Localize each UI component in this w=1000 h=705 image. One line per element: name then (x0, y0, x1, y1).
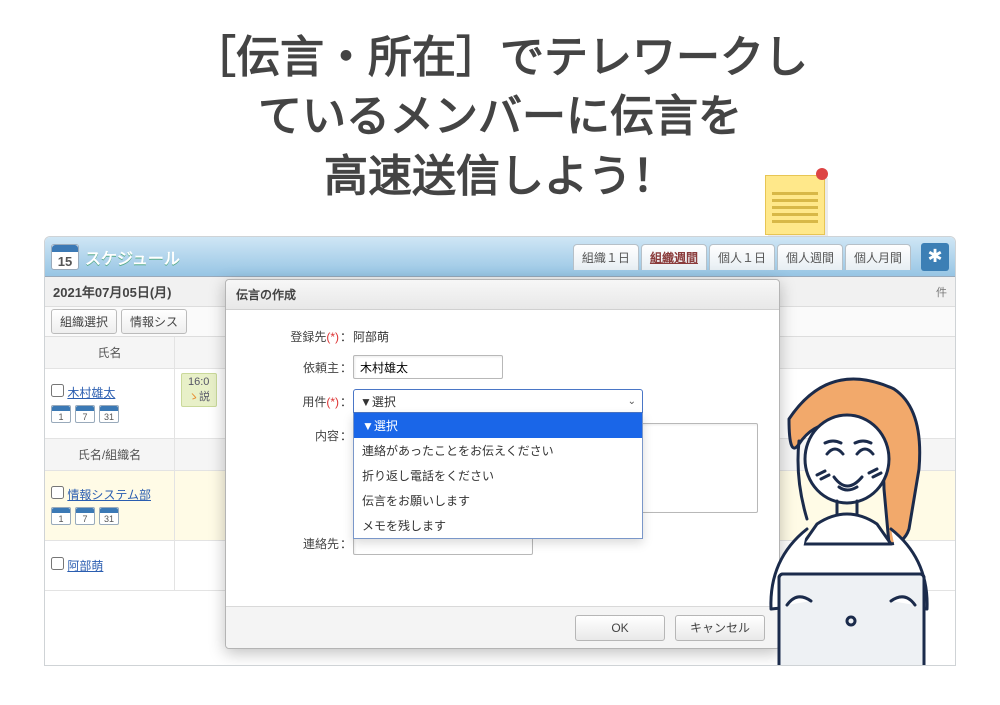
subject-option[interactable]: 伝言をお願いします (354, 488, 642, 513)
promo-headline: ［伝言・所在］でテレワークし ているメンバーに伝言を 高速送信しよう！ (0, 0, 1000, 216)
dialog-title: 伝言の作成 (226, 280, 779, 310)
required-mark: (*) (326, 395, 339, 409)
subject-select[interactable]: ▼選択 ⌄ (353, 389, 643, 413)
required-mark: (*) (326, 330, 339, 344)
dialog-button-bar: OK キャンセル (226, 606, 779, 648)
contact-label: 連絡先 (244, 531, 339, 552)
create-message-dialog: 伝言の作成 登録先(*) ： 阿部萌 依頼主 ： 用件(*) ： (225, 279, 780, 649)
recipient-value: 阿部萌 (353, 324, 761, 345)
requester-input[interactable] (353, 355, 503, 379)
subject-label: 用件 (302, 395, 326, 409)
subject-option[interactable]: メモを残します (354, 513, 642, 538)
modal-overlay: 伝言の作成 登録先(*) ： 阿部萌 依頼主 ： 用件(*) ： (45, 237, 955, 665)
sticky-note-icon (765, 175, 825, 235)
recipient-label: 登録先 (290, 330, 326, 344)
chevron-down-icon: ⌄ (628, 396, 636, 407)
headline-line: ［伝言・所在］でテレワークし (60, 28, 940, 87)
subject-option[interactable]: 連絡があったことをお伝えください (354, 438, 642, 463)
subject-dropdown: ▼選択 連絡があったことをお伝えください 折り返し電話をください 伝言をお願いし… (353, 413, 643, 539)
cancel-button[interactable]: キャンセル (675, 615, 765, 641)
ok-button[interactable]: OK (575, 615, 665, 641)
schedule-app-window: 15 スケジュール 組織１日 組織週間 個人１日 個人週間 個人月間 ✱ 202… (44, 236, 956, 666)
content-label: 内容 (244, 423, 339, 444)
headline-line: ているメンバーに伝言を (60, 87, 940, 146)
subject-option[interactable]: ▼選択 (354, 413, 642, 438)
requester-label: 依頼主 (244, 355, 339, 376)
subject-option[interactable]: 折り返し電話をください (354, 463, 642, 488)
